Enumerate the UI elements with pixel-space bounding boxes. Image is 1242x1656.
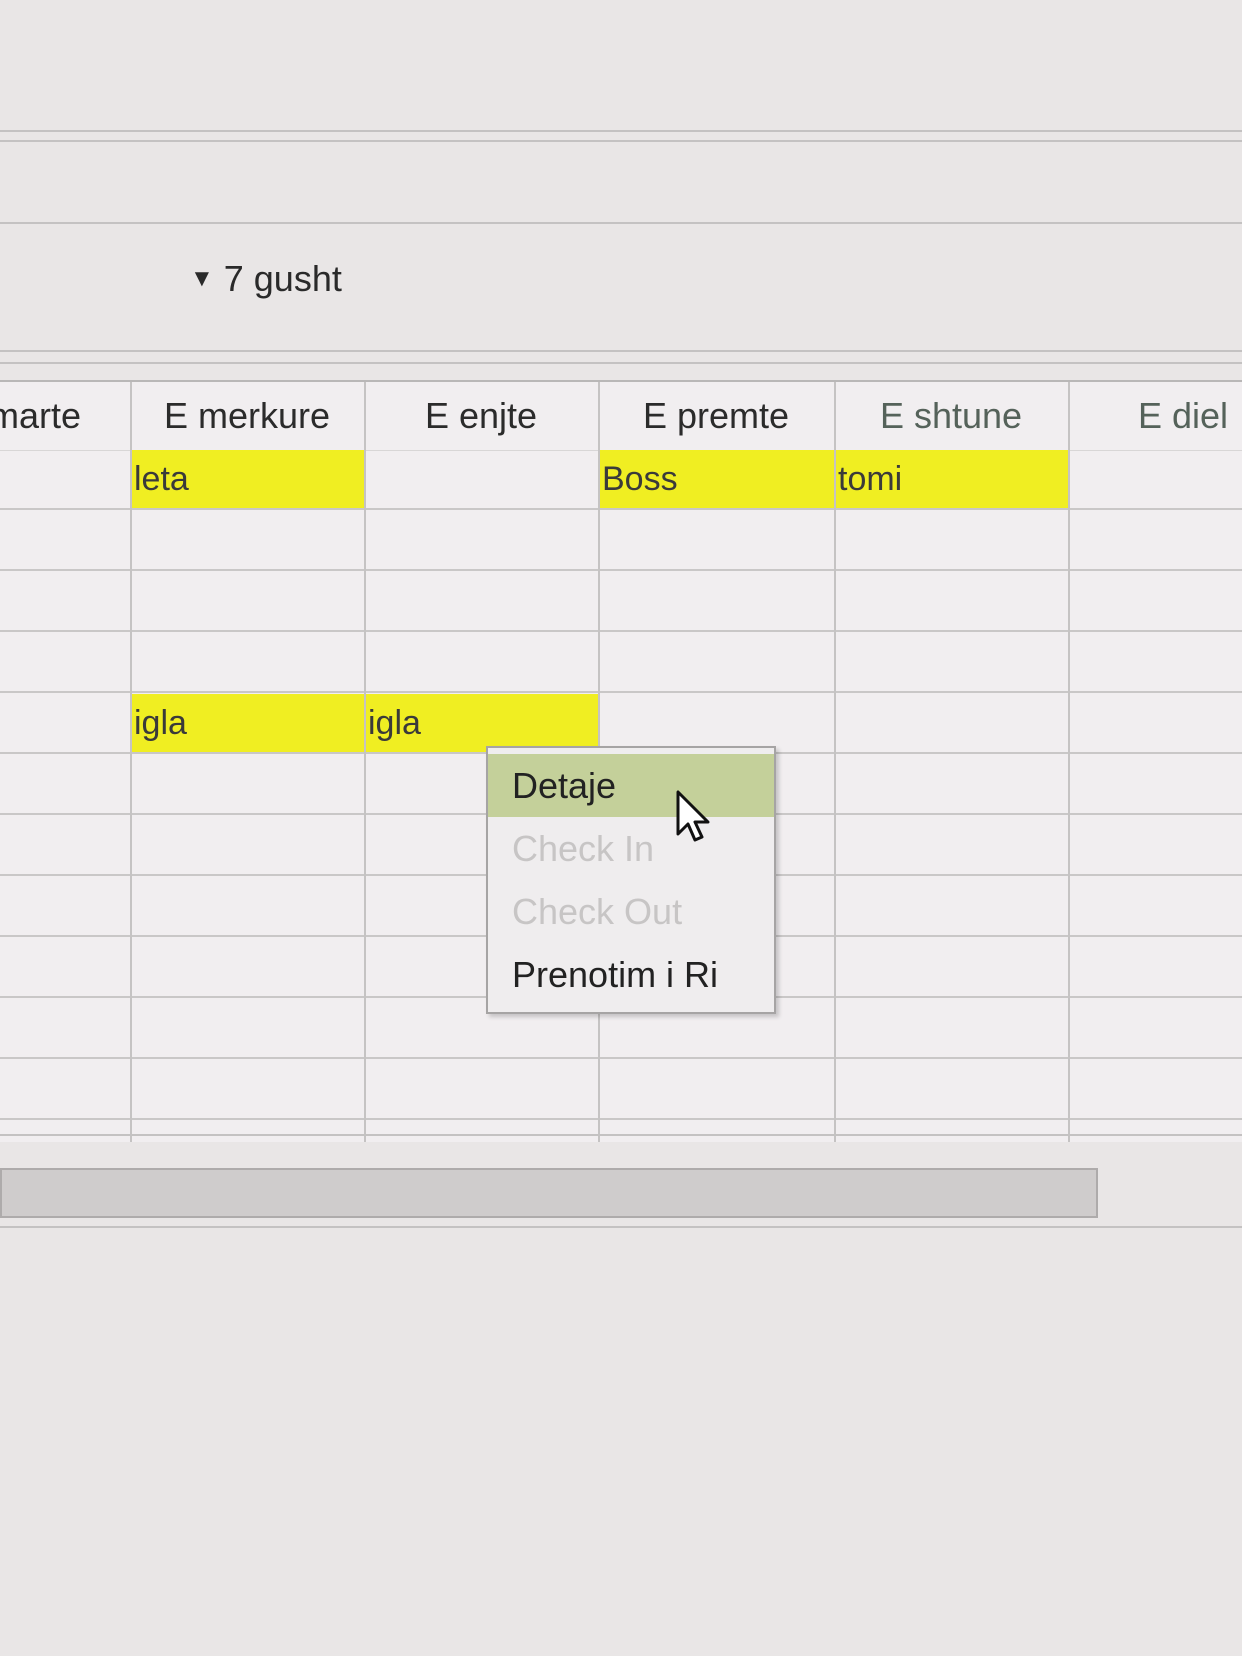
empty-cell[interactable]: [598, 694, 834, 754]
context-menu: Detaje Check In Check Out Prenotim i Ri: [486, 746, 776, 1014]
empty-cell[interactable]: [364, 511, 598, 571]
date-label: 7 gusht: [223, 258, 342, 299]
empty-cell[interactable]: [364, 572, 598, 632]
empty-cell[interactable]: [130, 877, 364, 937]
empty-cell[interactable]: [130, 999, 364, 1059]
empty-cell[interactable]: [130, 755, 364, 815]
booking-cell[interactable]: igla: [364, 694, 598, 754]
empty-cell[interactable]: [0, 1060, 130, 1120]
divider: [0, 130, 1242, 132]
empty-cell[interactable]: [834, 877, 1068, 937]
empty-cell[interactable]: [1068, 511, 1242, 571]
booking-cell[interactable]: leta: [130, 450, 364, 510]
empty-cell[interactable]: [1068, 572, 1242, 632]
empty-cell[interactable]: [1068, 633, 1242, 693]
menu-item-prenotim-i-ri[interactable]: Prenotim i Ri: [488, 943, 774, 1006]
day-column-header: E diel: [1068, 382, 1242, 451]
divider: [0, 362, 1242, 364]
column-divider: [130, 382, 132, 1142]
empty-cell[interactable]: [0, 999, 130, 1059]
horizontal-scrollbar[interactable]: [0, 1168, 1098, 1218]
empty-cell[interactable]: [1068, 999, 1242, 1059]
day-column: E merkure leta igla: [130, 382, 364, 1142]
empty-cell[interactable]: [834, 511, 1068, 571]
empty-cell[interactable]: [834, 755, 1068, 815]
day-column-header: marte: [0, 382, 130, 451]
empty-cell[interactable]: [0, 816, 130, 876]
empty-cell[interactable]: [364, 1060, 598, 1120]
empty-cell[interactable]: [130, 633, 364, 693]
empty-cell[interactable]: [598, 633, 834, 693]
empty-cell[interactable]: [0, 877, 130, 937]
column-divider: [1068, 382, 1070, 1142]
empty-cell[interactable]: [0, 450, 130, 510]
day-column: marte: [0, 382, 130, 1142]
empty-cell[interactable]: [0, 572, 130, 632]
day-column: E shtune tomi: [834, 382, 1068, 1142]
empty-cell[interactable]: [1068, 694, 1242, 754]
day-column-header: E shtune: [834, 382, 1068, 451]
day-column: E diel: [1068, 382, 1242, 1142]
empty-cell[interactable]: [1068, 816, 1242, 876]
empty-cell[interactable]: [130, 511, 364, 571]
divider: [0, 140, 1242, 142]
day-column-header: E merkure: [130, 382, 364, 451]
empty-cell[interactable]: [834, 816, 1068, 876]
empty-cell[interactable]: [0, 694, 130, 754]
column-divider: [834, 382, 836, 1142]
column-divider: [364, 382, 366, 1142]
empty-cell[interactable]: [0, 511, 130, 571]
divider: [0, 350, 1242, 352]
empty-cell[interactable]: [598, 572, 834, 632]
menu-item-check-out[interactable]: Check Out: [488, 880, 774, 943]
triangle-down-icon[interactable]: ▼: [190, 267, 214, 291]
empty-cell[interactable]: [1068, 755, 1242, 815]
empty-cell[interactable]: [598, 1060, 834, 1120]
empty-cell[interactable]: [130, 572, 364, 632]
empty-cell[interactable]: [130, 938, 364, 998]
booking-cell[interactable]: igla: [130, 694, 364, 754]
empty-cell[interactable]: [598, 511, 834, 571]
empty-cell[interactable]: [834, 633, 1068, 693]
booking-cell[interactable]: Boss: [598, 450, 834, 510]
empty-cell[interactable]: [834, 572, 1068, 632]
empty-cell[interactable]: [834, 938, 1068, 998]
empty-cell[interactable]: [834, 694, 1068, 754]
divider: [0, 1134, 1242, 1136]
day-column-header: E premte: [598, 382, 834, 451]
empty-cell[interactable]: [1068, 877, 1242, 937]
empty-cell[interactable]: [130, 1060, 364, 1120]
empty-cell[interactable]: [0, 755, 130, 815]
empty-cell[interactable]: [364, 633, 598, 693]
day-column-header: E enjte: [364, 382, 598, 451]
menu-item-detaje[interactable]: Detaje: [488, 754, 774, 817]
empty-cell[interactable]: [0, 633, 130, 693]
empty-cell[interactable]: [130, 816, 364, 876]
empty-cell[interactable]: [834, 1060, 1068, 1120]
divider: [0, 222, 1242, 224]
empty-cell[interactable]: [1068, 938, 1242, 998]
mouse-pointer-icon: [676, 790, 710, 842]
empty-cell[interactable]: [834, 999, 1068, 1059]
menu-item-check-in[interactable]: Check In: [488, 817, 774, 880]
empty-cell[interactable]: [364, 450, 598, 510]
booking-cell[interactable]: tomi: [834, 450, 1068, 510]
date-selector[interactable]: ▼ 7 gusht: [190, 258, 342, 300]
empty-cell[interactable]: [1068, 450, 1242, 510]
empty-cell[interactable]: [0, 938, 130, 998]
empty-cell[interactable]: [1068, 1060, 1242, 1120]
divider: [0, 1226, 1242, 1228]
